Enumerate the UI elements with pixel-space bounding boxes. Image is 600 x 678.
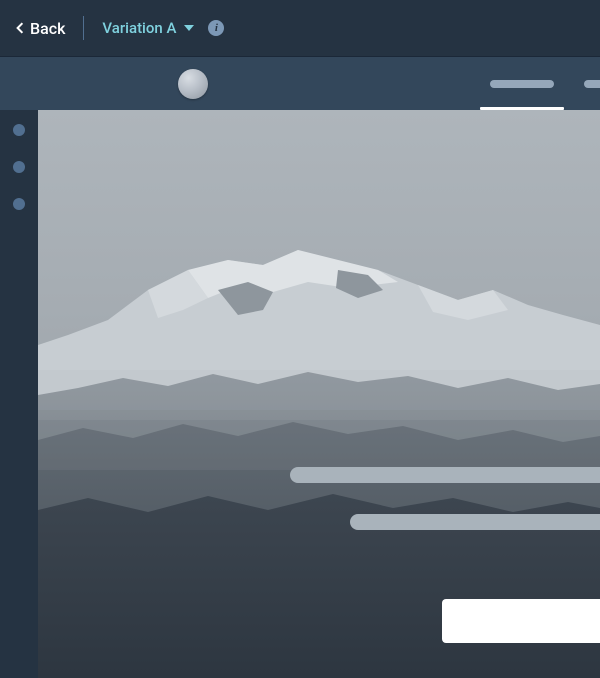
avatar[interactable] bbox=[178, 69, 208, 99]
back-label: Back bbox=[30, 19, 65, 38]
rail-dot-3[interactable] bbox=[13, 198, 25, 210]
toolbar bbox=[0, 56, 600, 110]
header-bar: Back Variation A i bbox=[0, 0, 600, 56]
tab-1[interactable] bbox=[490, 57, 554, 110]
tab-placeholder bbox=[490, 80, 554, 88]
rail-dot-1[interactable] bbox=[13, 124, 25, 136]
info-icon[interactable]: i bbox=[208, 20, 224, 36]
rail-dot-2[interactable] bbox=[13, 161, 25, 173]
variation-label: Variation A bbox=[102, 19, 176, 37]
back-button[interactable]: Back bbox=[16, 19, 65, 38]
tabs bbox=[490, 57, 600, 110]
hero-image bbox=[38, 110, 600, 678]
main-area bbox=[0, 110, 600, 678]
canvas[interactable] bbox=[38, 110, 600, 678]
chevron-left-icon bbox=[16, 21, 24, 35]
tab-placeholder bbox=[584, 80, 600, 88]
placeholder-line-2 bbox=[350, 514, 600, 530]
caret-down-icon bbox=[184, 25, 194, 31]
cta-button-placeholder[interactable] bbox=[442, 599, 600, 643]
header-divider bbox=[83, 16, 84, 40]
side-rail bbox=[0, 110, 38, 678]
tab-2[interactable] bbox=[584, 57, 600, 110]
placeholder-line-1 bbox=[290, 467, 600, 483]
variation-dropdown[interactable]: Variation A bbox=[102, 19, 194, 37]
